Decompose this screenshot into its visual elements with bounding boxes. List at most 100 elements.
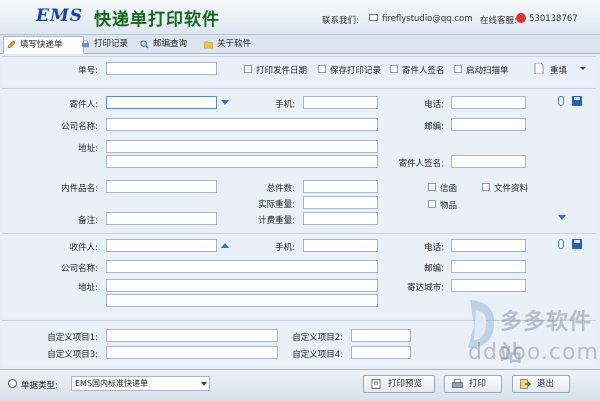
exit-button[interactable]: 退出 bbox=[512, 375, 570, 393]
tab-label: 填写快递单 bbox=[20, 40, 63, 50]
sender-company-input[interactable] bbox=[106, 118, 378, 131]
remark-label: 备注: bbox=[78, 216, 98, 226]
save-record-checkbox[interactable] bbox=[318, 65, 326, 73]
destination-city-input[interactable] bbox=[451, 279, 526, 292]
exit-label: 退出 bbox=[537, 379, 555, 389]
sender-address-input-1[interactable] bbox=[106, 140, 378, 153]
goods-name-label: 内件品名: bbox=[61, 184, 98, 194]
remark-input[interactable] bbox=[106, 212, 217, 225]
print-button[interactable]: 打印 bbox=[444, 375, 502, 393]
sender-phone-input[interactable] bbox=[451, 96, 526, 109]
paperclip-icon[interactable] bbox=[558, 239, 564, 249]
print-label: 打印 bbox=[469, 379, 487, 389]
mail-icon bbox=[369, 14, 378, 21]
doc-type-value: EMS国内标准快递单 bbox=[75, 379, 149, 388]
document-checkbox[interactable] bbox=[482, 183, 490, 191]
custom-item4-input[interactable] bbox=[351, 346, 411, 359]
printer-record-icon bbox=[81, 40, 90, 48]
receiver-name-input[interactable] bbox=[106, 239, 217, 252]
custom-item4-label: 自定义项目4: bbox=[292, 350, 343, 360]
tab-fill-waybill[interactable]: 填写快递单 bbox=[3, 36, 84, 54]
sender-sign-checkbox[interactable] bbox=[390, 65, 398, 73]
sender-address-label: 地址: bbox=[78, 144, 98, 154]
folder-icon bbox=[204, 41, 213, 49]
item-checkbox[interactable] bbox=[428, 200, 436, 208]
tab-label: 邮编查询 bbox=[153, 39, 188, 49]
qq-icon bbox=[516, 13, 526, 23]
custom-item3-label: 自定义项目3: bbox=[47, 350, 98, 360]
receiver-company-label: 公司名称: bbox=[61, 264, 98, 274]
receiver-phone-input[interactable] bbox=[451, 239, 526, 252]
save-disk-icon[interactable] bbox=[572, 239, 582, 249]
total-count-label: 总件数: bbox=[266, 184, 295, 194]
document-label: 文件资料 bbox=[494, 184, 529, 194]
receiver-address-input-1[interactable] bbox=[106, 279, 378, 292]
receiver-name-label: 收件人: bbox=[69, 243, 98, 253]
receiver-mobile-label: 手机: bbox=[275, 243, 295, 253]
chevron-down-icon bbox=[201, 382, 207, 386]
sender-name-input[interactable] bbox=[106, 96, 217, 109]
sender-zip-label: 邮编: bbox=[424, 122, 444, 132]
doc-type-label: 单据类型: bbox=[21, 381, 58, 391]
print-date-label: 打印发件日期 bbox=[256, 66, 308, 76]
sender-name-label: 寄件人: bbox=[69, 100, 98, 110]
sender-signature-label: 寄件人签名: bbox=[398, 159, 444, 169]
actual-weight-label: 实际重量: bbox=[258, 200, 295, 210]
doc-type-select[interactable]: EMS国内标准快递单 bbox=[71, 376, 210, 391]
custom-item2-label: 自定义项目2: bbox=[292, 333, 343, 343]
reset-button[interactable]: 重填 bbox=[550, 64, 567, 76]
app-title: 快递单打印软件 bbox=[94, 10, 220, 30]
qq-number[interactable]: 530138767 bbox=[529, 14, 578, 24]
sender-company-label: 公司名称: bbox=[61, 122, 98, 132]
auto-scan-label: 启动扫描单 bbox=[466, 66, 509, 76]
receiver-phone-label: 电话: bbox=[424, 243, 444, 253]
expand-arrow-icon[interactable] bbox=[558, 215, 566, 220]
receiver-address-label: 地址: bbox=[78, 283, 98, 293]
doc-type-radio-icon[interactable] bbox=[8, 379, 17, 388]
sender-phone-label: 电话: bbox=[424, 100, 444, 110]
tab-about[interactable]: 关于软件 bbox=[201, 37, 273, 51]
search-icon bbox=[140, 40, 149, 49]
actual-weight-input[interactable] bbox=[303, 196, 378, 209]
destination-city-label: 寄达城市: bbox=[407, 283, 444, 293]
preview-icon bbox=[371, 379, 381, 389]
receiver-zip-label: 邮编: bbox=[424, 264, 444, 274]
tracking-number-label: 单号: bbox=[78, 66, 98, 76]
tab-zip-lookup[interactable]: 邮编查询 bbox=[137, 37, 209, 51]
total-count-input[interactable] bbox=[303, 180, 378, 193]
letter-checkbox[interactable] bbox=[428, 183, 436, 191]
exit-icon bbox=[520, 379, 531, 389]
billing-weight-label: 计费重量: bbox=[258, 216, 295, 226]
ems-logo: EMS bbox=[36, 6, 84, 26]
save-record-label: 保存打印记录 bbox=[330, 66, 382, 76]
auto-scan-checkbox[interactable] bbox=[454, 65, 462, 73]
watermark-url: ddooo.com bbox=[468, 340, 599, 365]
document-icon bbox=[534, 63, 544, 74]
contact-label: 联系我们: bbox=[322, 16, 359, 26]
sender-signature-input[interactable] bbox=[451, 155, 526, 168]
custom-item2-input[interactable] bbox=[351, 329, 411, 342]
billing-weight-input[interactable] bbox=[303, 212, 378, 225]
sender-sign-option-label: 寄件人签名 bbox=[402, 66, 445, 76]
online-service-label: 在线客服: bbox=[480, 16, 517, 26]
sender-zip-input[interactable] bbox=[451, 118, 526, 131]
print-date-checkbox[interactable] bbox=[244, 65, 252, 73]
contact-email[interactable]: fireflystudio@qq.com bbox=[382, 14, 473, 24]
tab-label: 打印记录 bbox=[94, 39, 129, 49]
printer-icon bbox=[452, 379, 463, 388]
receiver-zip-input[interactable] bbox=[451, 260, 526, 273]
receiver-company-input[interactable] bbox=[106, 260, 378, 273]
tab-label: 关于软件 bbox=[217, 39, 252, 49]
custom-item1-label: 自定义项目1: bbox=[47, 333, 98, 343]
tracking-number-input[interactable] bbox=[106, 62, 217, 75]
sender-mobile-label: 手机: bbox=[275, 100, 295, 110]
save-disk-icon[interactable] bbox=[572, 96, 582, 106]
pencil-icon bbox=[7, 40, 16, 49]
print-preview-button[interactable]: 打印预览 bbox=[363, 375, 435, 393]
item-label: 物品 bbox=[440, 201, 458, 211]
goods-name-input[interactable] bbox=[106, 180, 217, 193]
paperclip-icon[interactable] bbox=[558, 96, 564, 106]
sender-address-input-2[interactable] bbox=[106, 155, 378, 168]
reset-dropdown-arrow[interactable] bbox=[580, 67, 586, 70]
receiver-address-input-2[interactable] bbox=[106, 294, 378, 307]
